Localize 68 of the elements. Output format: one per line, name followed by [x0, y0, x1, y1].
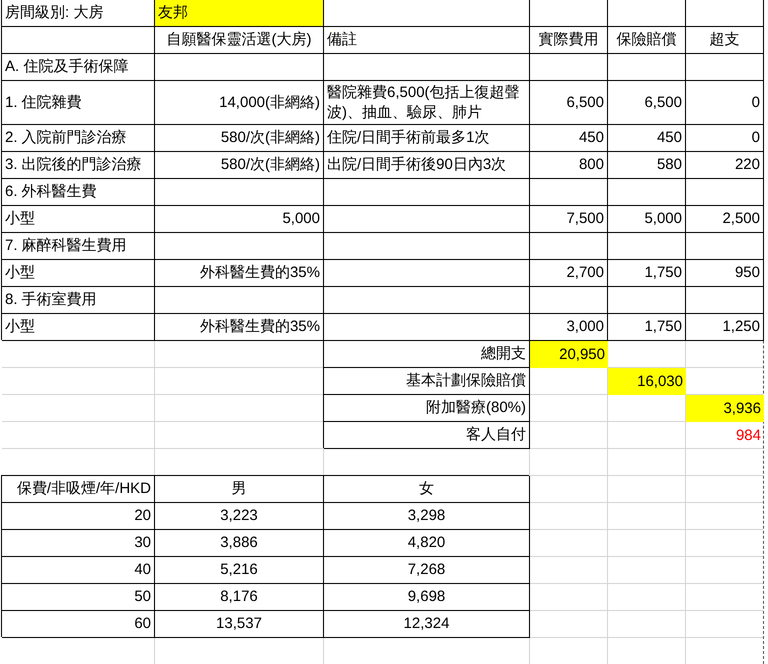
table-cell: 外科醫生費的35%: [155, 314, 324, 341]
table-cell: 保險賠償: [608, 27, 686, 54]
table-cell: 950: [686, 260, 764, 287]
table-cell: 附加醫療(80%): [324, 395, 530, 422]
table-cell: 450: [608, 125, 686, 152]
table-cell: 自願醫保靈活選(大房): [155, 27, 324, 54]
table-cell: 1,250: [686, 314, 764, 341]
table-cell: 220: [686, 152, 764, 179]
table-cell: 備註: [324, 27, 530, 54]
table-cell: 14,000(非網絡): [155, 81, 324, 125]
table-cell: 450: [530, 125, 608, 152]
table-cell: 6,500: [608, 81, 686, 125]
table-cell: 5,216: [155, 557, 324, 584]
table-cell: 總開支: [324, 341, 530, 368]
table-cell: A. 住院及手術保障: [2, 54, 155, 81]
table-cell: 6. 外科醫生費: [2, 179, 155, 206]
table-cell: 男: [155, 476, 324, 503]
table-cell: 0: [686, 125, 764, 152]
table-cell: 1,750: [608, 260, 686, 287]
table-cell: 16,030: [608, 368, 686, 395]
table-cell: 小型: [2, 206, 155, 233]
table-cell: 9,698: [324, 584, 530, 611]
table-cell: 基本計劃保險賠償: [324, 368, 530, 395]
table-cell: 3,936: [686, 395, 764, 422]
table-cell: 7,500: [530, 206, 608, 233]
table-cell: 2,500: [686, 206, 764, 233]
table-cell: 3,886: [155, 530, 324, 557]
table-cell-text: 984: [734, 426, 762, 446]
table-cell: 8. 手術室費用: [2, 287, 155, 314]
table-cell: 580: [608, 152, 686, 179]
table-cell: 實際費用: [530, 27, 608, 54]
table-cell: 2. 入院前門診治療: [2, 125, 155, 152]
table-cell: 800: [530, 152, 608, 179]
table-cell: 保費/非吸煙/年/HKD: [2, 476, 155, 503]
table-cell: 3. 出院後的門診治療: [2, 152, 155, 179]
table-cell: 580/次(非網絡): [155, 125, 324, 152]
table-cell: 50: [2, 584, 155, 611]
table-cell: 小型: [2, 314, 155, 341]
table-cell: 1,750: [608, 314, 686, 341]
table-cell: 出院/日間手術後90日內3次: [324, 152, 530, 179]
table-cell: 5,000: [608, 206, 686, 233]
table-cell: 30: [2, 530, 155, 557]
table-cell: 13,537: [155, 611, 324, 638]
table-cell: 8,176: [155, 584, 324, 611]
table-cell: 住院/日間手術前最多1次: [324, 125, 530, 152]
table-cell: 40: [2, 557, 155, 584]
table-cell: 7,268: [324, 557, 530, 584]
table-cell: 12,324: [324, 611, 530, 638]
table-cell: 3,298: [324, 503, 530, 530]
table-cell: 醫院雜費6,500(包括上復超聲波)、抽血、驗尿、肺片: [324, 81, 530, 125]
table-cell: 3,223: [155, 503, 324, 530]
table-cell: 4,820: [324, 530, 530, 557]
table-cell: 580/次(非網絡): [155, 152, 324, 179]
table-cell: 外科醫生費的35%: [155, 260, 324, 287]
table-cell: 女: [324, 476, 530, 503]
table-cell: 6,500: [530, 81, 608, 125]
table-cell: 客人自付: [324, 422, 530, 449]
table-cell: 5,000: [155, 206, 324, 233]
table-cell: 0: [686, 81, 764, 125]
table-cell: 超支: [686, 27, 764, 54]
table-cell: 20,950: [530, 341, 608, 368]
table-cell: 20: [2, 503, 155, 530]
table-cell: 60: [2, 611, 155, 638]
table-cell: 2,700: [530, 260, 608, 287]
table-cell: 1. 住院雜費: [2, 81, 155, 125]
table-cell: 小型: [2, 260, 155, 287]
table-cell: 友邦: [155, 0, 324, 27]
table-cell: 7. 麻醉科醫生費用: [2, 233, 155, 260]
